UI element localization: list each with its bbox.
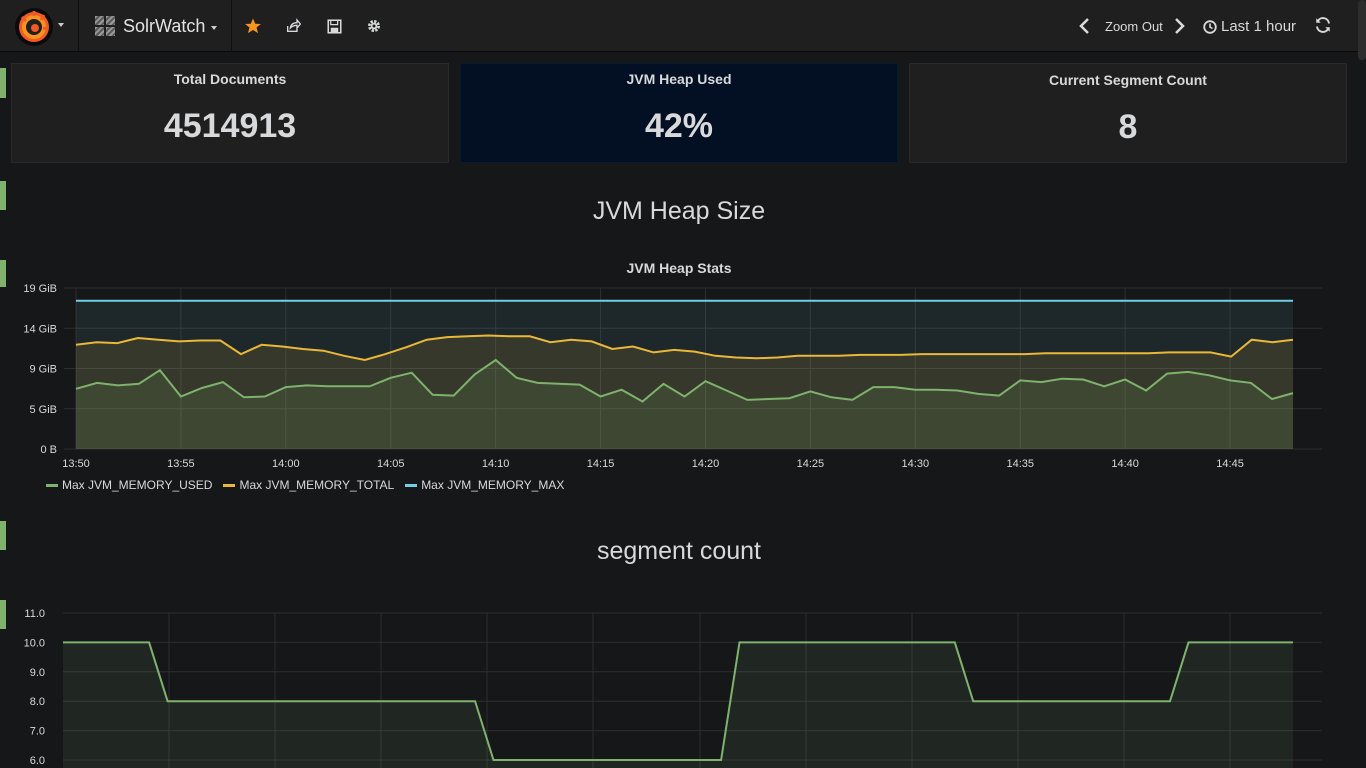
stat-panel-value: 42% bbox=[644, 107, 714, 145]
stat-panel-value: 8 bbox=[1118, 108, 1138, 146]
x-tick-label: 14:25 bbox=[797, 458, 825, 470]
legend-label: Max JVM_MEMORY_TOTAL bbox=[239, 478, 395, 492]
y-tick-label: 8.0 bbox=[30, 696, 45, 708]
x-tick-label: 14:35 bbox=[1006, 458, 1034, 470]
row-title-jvm-heap-size: JVM Heap Size bbox=[592, 197, 766, 225]
x-tick-label: 13:55 bbox=[167, 458, 195, 470]
grafana-menu-button[interactable] bbox=[0, 0, 79, 52]
jvm-heap-stats-chart[interactable]: 0 B 5 GiB 9 GiB 14 GiB 19 GiB 13:50 13:55 14:00… bbox=[0, 280, 1340, 470]
y-tick-label: 19 GiB bbox=[23, 283, 57, 295]
star-button[interactable] bbox=[241, 14, 265, 38]
y-tick-label: 0 B bbox=[40, 444, 57, 456]
x-tick-label: 14:00 bbox=[272, 458, 300, 470]
dashboard-title: SolrWatch bbox=[123, 15, 206, 36]
legend-label: Max JVM_MEMORY_USED bbox=[62, 478, 213, 492]
stat-panel-segment-count[interactable]: Current Segment Count 8 bbox=[909, 63, 1347, 163]
refresh-button[interactable] bbox=[1314, 16, 1332, 39]
y-tick-label: 10.0 bbox=[24, 637, 45, 649]
time-shift-forward-button[interactable] bbox=[1172, 17, 1186, 40]
zoom-out-button[interactable]: Zoom Out bbox=[1105, 19, 1163, 34]
chevron-down-icon bbox=[58, 23, 64, 27]
legend-item-max[interactable]: Max JVM_MEMORY_MAX bbox=[405, 478, 564, 492]
share-icon bbox=[287, 18, 301, 32]
stat-panel-title: JVM Heap Used bbox=[626, 71, 732, 87]
dashboard-title-picker[interactable]: SolrWatch bbox=[79, 0, 232, 52]
dashboard-grid-icon bbox=[95, 16, 115, 36]
save-icon bbox=[326, 18, 342, 34]
y-tick-label: 5 GiB bbox=[29, 404, 57, 416]
chevron-down-icon bbox=[211, 26, 218, 30]
legend-item-used[interactable]: Max JVM_MEMORY_USED bbox=[46, 478, 212, 492]
x-tick-label: 14:30 bbox=[902, 458, 930, 470]
save-button[interactable] bbox=[322, 14, 346, 38]
legend-label: Max JVM_MEMORY_MAX bbox=[421, 478, 565, 492]
time-range-picker[interactable]: Last 1 hour bbox=[1203, 18, 1296, 35]
legend-item-total[interactable]: Max JVM_MEMORY_TOTAL bbox=[223, 478, 394, 492]
x-tick-label: 13:50 bbox=[62, 458, 90, 470]
y-tick-label: 11.0 bbox=[24, 608, 45, 620]
gear-icon bbox=[368, 20, 380, 32]
y-tick-label: 14 GiB bbox=[23, 323, 57, 335]
x-tick-label: 14:45 bbox=[1216, 458, 1244, 470]
grafana-logo-icon bbox=[15, 8, 53, 46]
y-tick-label: 9.0 bbox=[30, 667, 45, 679]
stat-panel-value: 4514913 bbox=[163, 107, 297, 145]
star-icon bbox=[245, 18, 261, 34]
refresh-icon bbox=[1316, 17, 1330, 33]
stat-panel-title: Total Documents bbox=[173, 71, 287, 87]
segment-count-chart[interactable]: 6.0 7.0 8.0 9.0 10.0 11.0 bbox=[0, 600, 1340, 768]
top-navbar: SolrWatch Zoom Out Last 1 hour bbox=[0, 0, 1366, 52]
clock-icon bbox=[1203, 19, 1217, 34]
page-scrollbar[interactable] bbox=[1358, 0, 1366, 60]
series-area bbox=[63, 642, 1293, 768]
x-tick-label: 14:10 bbox=[482, 458, 510, 470]
chevron-left-icon bbox=[1079, 18, 1089, 34]
legend-swatch bbox=[405, 483, 418, 487]
chart-legend: Max JVM_MEMORY_USED Max JVM_MEMORY_TOTAL… bbox=[46, 478, 575, 492]
time-shift-back-button[interactable] bbox=[1078, 17, 1092, 40]
x-tick-label: 14:15 bbox=[587, 458, 615, 470]
time-range-label: Last 1 hour bbox=[1221, 18, 1297, 35]
stat-panel-jvm-heap-used[interactable]: JVM Heap Used 42% bbox=[460, 63, 898, 163]
row-collapse-handle[interactable] bbox=[0, 68, 6, 98]
chart-title: JVM Heap Stats bbox=[626, 260, 732, 276]
stat-panel-title: Current Segment Count bbox=[1049, 72, 1207, 88]
legend-swatch bbox=[223, 483, 236, 487]
stat-panel-total-documents[interactable]: Total Documents 4514913 bbox=[11, 63, 449, 163]
y-tick-label: 7.0 bbox=[30, 726, 45, 738]
settings-button[interactable] bbox=[362, 14, 386, 38]
y-tick-label: 6.0 bbox=[30, 755, 45, 767]
share-button[interactable] bbox=[281, 14, 305, 38]
legend-swatch bbox=[46, 483, 58, 487]
x-tick-label: 14:05 bbox=[377, 458, 405, 470]
x-tick-label: 14:20 bbox=[692, 458, 720, 470]
x-tick-label: 14:40 bbox=[1111, 458, 1139, 470]
y-tick-label: 9 GiB bbox=[29, 364, 57, 376]
row-title-segment-count: segment count bbox=[597, 537, 761, 565]
chevron-right-icon bbox=[1175, 18, 1185, 34]
